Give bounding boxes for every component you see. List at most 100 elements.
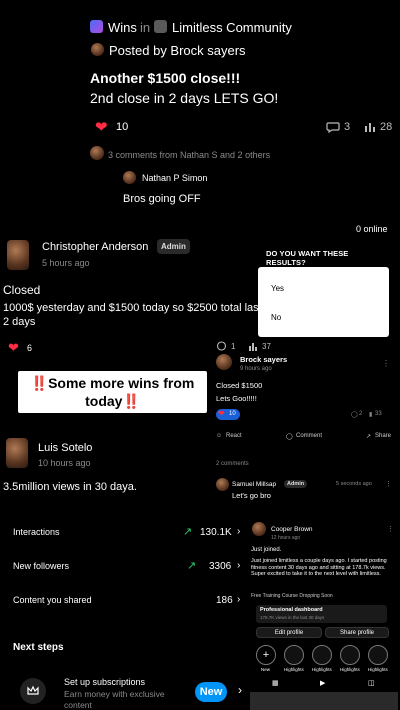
chevron-right-icon: › — [237, 594, 241, 605]
new-button[interactable]: New — [195, 682, 227, 702]
avatar — [123, 171, 136, 184]
highlight-icon[interactable] — [368, 645, 388, 665]
insight-row[interactable]: New followers ↗ 3306 › — [0, 554, 245, 578]
share-profile-button[interactable]: Share profile — [325, 627, 389, 638]
post-body: Just joined limitless a couple days ago.… — [251, 558, 387, 577]
comment-icon[interactable] — [326, 121, 340, 133]
comments-summary[interactable]: 3 comments from Nathan S and 2 others — [108, 150, 270, 160]
post-time: 10 hours ago — [38, 458, 91, 468]
insight-row[interactable]: Interactions ↗ 130.1K › — [0, 520, 245, 544]
post-author[interactable]: Cooper Brown — [271, 526, 313, 533]
more-icon[interactable]: ⋮ — [387, 525, 394, 533]
task-subtitle: Earn money with exclusive content — [64, 689, 165, 710]
post-headline: Another $1500 close!!! — [90, 70, 241, 86]
commenter-name[interactable]: Samuel Millsap — [232, 481, 276, 488]
post-body: 2nd close in 2 days LETS GO! — [90, 90, 279, 106]
like-count: 6 — [27, 343, 33, 353]
avatar — [252, 522, 266, 536]
professional-dashboard[interactable]: Professional dashboard 178.7K views in t… — [256, 605, 387, 623]
more-icon[interactable]: ⋮ — [385, 480, 392, 488]
comment-button[interactable]: Comment — [296, 433, 322, 439]
highlight-icon[interactable] — [340, 645, 360, 665]
post-body: 3.5million views in 30 daya. — [3, 481, 137, 493]
promo-text: Free Training Course Dropping Soon — [251, 593, 333, 599]
insight-label: Interactions — [13, 527, 60, 537]
heart-icon[interactable]: ❤ — [95, 118, 108, 136]
post-time: 5 hours ago — [42, 258, 90, 268]
comment-icon[interactable]: ◯ — [286, 433, 293, 440]
comment-time: 5 seconds ago — [336, 481, 372, 487]
survey-options: Yes No — [258, 267, 389, 337]
role-badge: Admin — [157, 239, 190, 254]
crown-icon — [20, 678, 46, 704]
insight-value: 186 — [216, 595, 233, 606]
highlight-label: New — [261, 667, 271, 672]
post-author[interactable]: Christopher Anderson — [42, 241, 148, 253]
survey-option-yes[interactable]: Yes — [271, 284, 284, 293]
insight-row[interactable]: Content you shared 186 › — [0, 588, 245, 612]
like-count: 10 — [229, 411, 236, 417]
survey-header: DO YOU WANT THESE RESULTS? — [258, 242, 389, 267]
share-icon[interactable]: ↗ — [366, 433, 371, 440]
survey-option-no[interactable]: No — [271, 313, 281, 322]
caption-box: ‼️Some more wins from today‼️ — [18, 371, 207, 413]
comment-count: 3 — [344, 121, 351, 133]
wins-icon — [90, 20, 103, 33]
space-name[interactable]: Wins — [108, 20, 137, 35]
highlight-label: Highlights — [312, 667, 332, 672]
comment-icon[interactable]: ◯ — [351, 411, 358, 418]
comments-count: 2 comments — [216, 461, 249, 467]
post-title: Closed — [3, 283, 41, 297]
avatar — [216, 478, 229, 491]
share-button[interactable]: Share — [375, 433, 391, 439]
avatar — [7, 240, 29, 270]
insight-value: 130.1K — [200, 527, 232, 538]
react-button[interactable]: React — [226, 433, 242, 439]
chevron-right-icon: › — [237, 560, 241, 571]
avatar — [90, 146, 104, 160]
thumbnail-strip — [250, 692, 398, 710]
caption-line-2: today‼️ — [85, 393, 140, 409]
chevron-right-icon: › — [238, 683, 242, 697]
heart-icon: ❤ — [218, 409, 225, 418]
tagged-icon[interactable]: ◫ — [368, 679, 375, 687]
posted-by[interactable]: Posted by Brock sayers — [109, 43, 246, 58]
like-count: 10 — [116, 121, 129, 133]
chevron-right-icon: › — [237, 526, 241, 537]
reply-author[interactable]: Nathan P Simon — [142, 173, 207, 183]
views-icon: ▮ — [369, 412, 373, 418]
insight-value: 3306 — [209, 561, 232, 572]
subscription-task[interactable]: Set up subscriptions Earn money with exc… — [12, 672, 250, 710]
heart-icon[interactable]: ❤ — [8, 340, 19, 356]
avatar — [216, 354, 232, 370]
highlight-icon[interactable] — [284, 645, 304, 665]
reels-icon[interactable]: ▶ — [320, 679, 325, 687]
highlight-label: Highlights — [284, 667, 304, 672]
post-time: 9 hours ago — [240, 366, 272, 372]
community-name[interactable]: Limitless Community — [172, 20, 292, 35]
comment-count: 2 — [359, 411, 363, 417]
trend-up-icon: ↗ — [187, 560, 197, 572]
views-icon — [249, 343, 257, 351]
post-author[interactable]: Luis Sotelo — [38, 442, 92, 454]
post-time: 12 hours ago — [271, 535, 301, 541]
comment-icon[interactable] — [216, 341, 227, 351]
edit-profile-button[interactable]: Edit profile — [256, 627, 322, 638]
views-count: 37 — [262, 342, 271, 351]
highlight-label: Highlights — [368, 667, 388, 672]
online-count: 0 online — [356, 224, 388, 234]
avatar — [91, 43, 104, 56]
react-icon[interactable]: ☺ — [216, 433, 222, 439]
highlight-label: Highlights — [340, 667, 360, 672]
post-author[interactable]: Brock sayers — [240, 355, 287, 364]
like-pill[interactable]: ❤ 10 — [216, 409, 240, 420]
more-icon[interactable]: ⋮ — [382, 359, 390, 368]
comment-count: 1 — [231, 342, 236, 351]
grid-icon[interactable]: ▦ — [272, 679, 279, 687]
in-text: in — [140, 20, 151, 35]
task-title: Set up subscriptions — [64, 677, 146, 687]
new-highlight-icon[interactable]: + — [256, 645, 276, 665]
section-title: Next steps — [13, 642, 64, 653]
highlight-icon[interactable] — [312, 645, 332, 665]
post-body: 1000$ yesterday and $1500 today so $2500… — [3, 302, 262, 328]
